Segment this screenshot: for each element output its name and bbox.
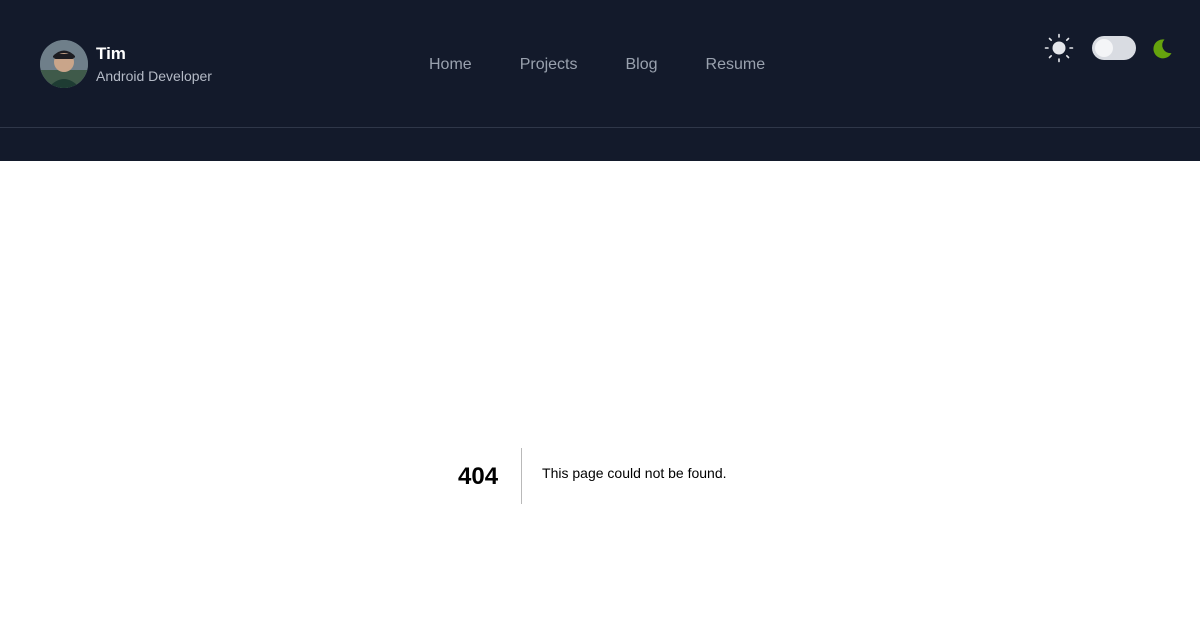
- not-found-block: 404 This page could not be found.: [458, 448, 727, 504]
- nav-item-resume[interactable]: Resume: [706, 55, 766, 75]
- brand-text: Tim Android Developer: [96, 43, 212, 85]
- sun-icon: [1044, 33, 1074, 63]
- theme-switcher: [1044, 33, 1176, 63]
- site-header: Tim Android Developer Home Projects Blog…: [0, 0, 1200, 161]
- header-bar: Tim Android Developer Home Projects Blog…: [0, 0, 1200, 128]
- avatar[interactable]: [40, 40, 88, 88]
- toggle-knob: [1095, 39, 1113, 57]
- theme-toggle[interactable]: [1092, 36, 1136, 60]
- main-nav: Home Projects Blog Resume: [429, 55, 765, 75]
- brand[interactable]: Tim Android Developer: [40, 40, 212, 88]
- moon-icon: [1153, 39, 1172, 59]
- error-message: This page could not be found.: [542, 465, 727, 481]
- error-code: 404: [458, 463, 499, 490]
- nav-item-blog[interactable]: Blog: [625, 55, 657, 75]
- brand-name: Tim: [96, 44, 126, 63]
- nav-item-projects[interactable]: Projects: [520, 55, 578, 75]
- avatar-photo: [40, 40, 88, 88]
- brand-role: Android Developer: [96, 68, 212, 84]
- nav-item-home[interactable]: Home: [429, 55, 472, 75]
